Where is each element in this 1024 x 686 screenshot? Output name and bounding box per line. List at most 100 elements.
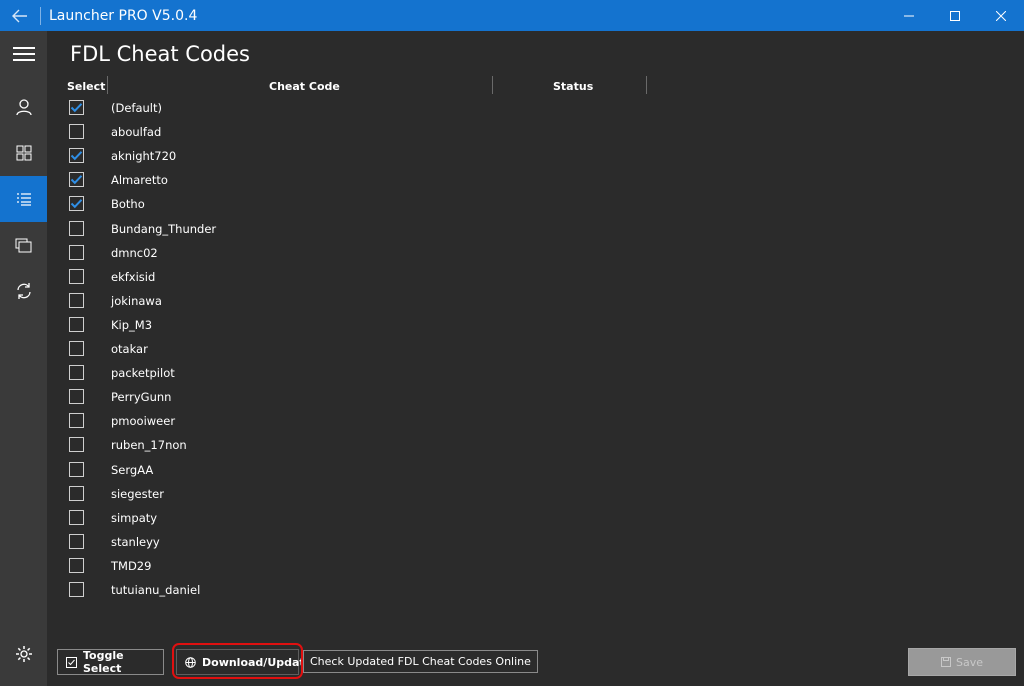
row-checkbox[interactable] [69, 533, 84, 549]
minimize-icon [904, 15, 914, 16]
cheat-code-name: jokinawa [111, 293, 162, 308]
row-checkbox[interactable] [69, 485, 84, 501]
sidebar-item-pages[interactable] [0, 222, 47, 268]
list-item[interactable]: (Default) [47, 97, 1024, 121]
toggle-select-label: Toggle Select [83, 649, 124, 675]
row-checkbox[interactable] [69, 341, 84, 356]
column-divider[interactable] [492, 76, 493, 94]
row-checkbox[interactable] [69, 557, 84, 573]
row-checkbox[interactable] [69, 268, 84, 284]
close-button[interactable] [978, 0, 1024, 31]
column-divider[interactable] [107, 76, 108, 94]
list-item[interactable]: Botho [47, 193, 1024, 217]
cheat-code-name: stanleyy [111, 534, 160, 549]
list-item[interactable]: stanleyy [47, 531, 1024, 555]
toggle-select-button[interactable]: Toggle Select [57, 649, 164, 675]
save-disk-icon [940, 657, 951, 667]
row-checkbox[interactable] [69, 244, 84, 260]
row-checkbox[interactable] [69, 365, 84, 381]
window-title: Launcher PRO V5.0.4 [49, 7, 198, 24]
cheat-code-name: Botho [111, 197, 145, 212]
list-item[interactable]: siegester [47, 483, 1024, 507]
list-item[interactable]: jokinawa [47, 290, 1024, 314]
cheat-code-name: Bundang_Thunder [111, 221, 217, 236]
checkbox-icon [66, 656, 77, 668]
highlight-annotation [172, 643, 303, 679]
back-button[interactable] [0, 0, 40, 31]
gear-icon [15, 646, 32, 662]
sidebar-menu-toggle[interactable] [0, 31, 47, 77]
list-item[interactable]: ruben_17non [47, 434, 1024, 458]
grid-icon [16, 145, 31, 161]
row-checkbox[interactable] [69, 582, 84, 597]
column-header-cheat-code[interactable]: Cheat Code [269, 80, 340, 93]
save-button[interactable]: Save [908, 648, 1016, 676]
cheat-code-name: aknight720 [111, 149, 177, 164]
column-divider[interactable] [646, 76, 647, 94]
cheat-code-name: pmooiweer [111, 414, 176, 429]
checkmark-icon [70, 175, 83, 185]
row-checkbox[interactable] [69, 220, 84, 236]
list-item[interactable]: PerryGunn [47, 386, 1024, 410]
cheat-code-name: SergAA [111, 462, 154, 477]
title-separator [40, 6, 41, 25]
maximize-button[interactable] [932, 0, 978, 31]
cheat-code-name: PerryGunn [111, 390, 172, 405]
row-checkbox[interactable] [69, 413, 84, 429]
list-item[interactable]: aknight720 [47, 145, 1024, 169]
list-item[interactable]: pmooiweer [47, 410, 1024, 434]
checkmark-icon [70, 103, 83, 113]
cheat-code-name: TMD29 [111, 558, 152, 573]
close-icon [996, 10, 1006, 21]
cheat-code-name: Almaretto [111, 173, 168, 188]
list-item[interactable]: otakar [47, 338, 1024, 362]
sync-icon [16, 283, 31, 299]
sidebar-item-settings[interactable] [0, 631, 47, 677]
row-checkbox[interactable] [69, 461, 84, 477]
cheat-code-name: simpaty [111, 510, 158, 525]
row-checkbox[interactable] [69, 124, 84, 140]
list-icon [16, 193, 31, 206]
sidebar-item-cheat-codes[interactable] [0, 176, 47, 222]
row-checkbox[interactable] [69, 196, 84, 212]
list-item[interactable]: Almaretto [47, 169, 1024, 193]
sidebar-item-sync[interactable] [0, 268, 47, 314]
list-item[interactable]: ekfxisid [47, 266, 1024, 290]
hamburger-menu-icon [12, 47, 35, 61]
row-checkbox[interactable] [69, 437, 84, 453]
cheat-code-name: ruben_17non [111, 438, 187, 453]
sidebar-item-profile[interactable] [0, 84, 47, 130]
list-item[interactable]: dmnc02 [47, 242, 1024, 266]
cheat-code-name: ekfxisid [111, 269, 156, 284]
row-checkbox[interactable] [69, 292, 84, 308]
list-item[interactable]: SergAA [47, 459, 1024, 483]
row-checkbox[interactable] [69, 100, 84, 115]
checkmark-icon [70, 199, 83, 209]
row-checkbox[interactable] [69, 172, 84, 188]
maximize-icon [950, 10, 960, 21]
list-item[interactable]: simpaty [47, 507, 1024, 531]
list-item[interactable]: tutuianu_daniel [47, 579, 1024, 603]
sidebar [0, 31, 47, 686]
title-bar: Launcher PRO V5.0.4 [0, 0, 1024, 31]
list-item[interactable]: Bundang_Thunder [47, 218, 1024, 242]
cheat-code-name: siegester [111, 486, 164, 501]
page-title: FDL Cheat Codes [70, 42, 250, 66]
cheat-code-name: Kip_M3 [111, 317, 153, 332]
list-item[interactable]: TMD29 [47, 555, 1024, 579]
row-checkbox[interactable] [69, 316, 84, 332]
cheat-code-name: tutuianu_daniel [111, 583, 201, 597]
row-checkbox[interactable] [69, 389, 84, 405]
sidebar-item-dashboard[interactable] [0, 130, 47, 176]
column-header-select[interactable]: Select [67, 80, 105, 93]
minimize-button[interactable] [886, 0, 932, 31]
list-item[interactable]: packetpilot [47, 362, 1024, 386]
column-header-status[interactable]: Status [553, 80, 593, 93]
row-checkbox[interactable] [69, 509, 84, 525]
back-arrow-icon [12, 9, 27, 22]
list-item[interactable]: aboulfad [47, 121, 1024, 145]
list-item[interactable]: Kip_M3 [47, 314, 1024, 338]
copy-pages-icon [15, 238, 32, 252]
row-checkbox[interactable] [69, 148, 84, 164]
user-icon [15, 98, 32, 115]
